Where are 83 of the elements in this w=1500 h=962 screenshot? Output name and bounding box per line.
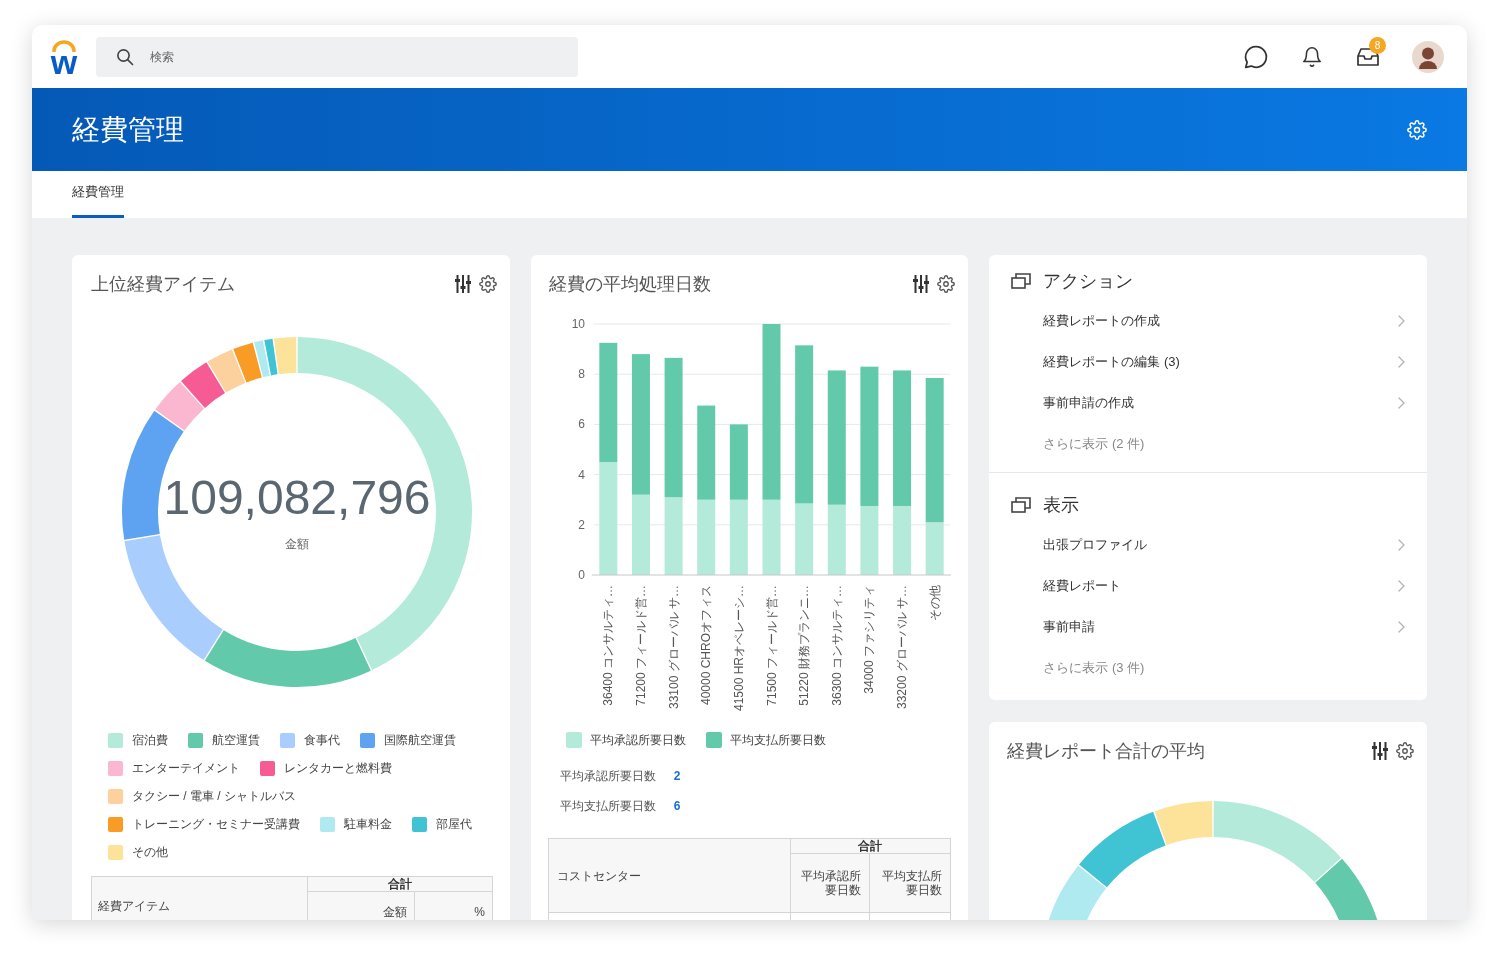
summary-label: 平均承認所要日数: [559, 768, 657, 784]
donut-slice: [207, 349, 246, 393]
category-label: 36300 コンサルティ…: [829, 585, 844, 706]
category-label: 33100 グローバル サ…: [666, 585, 681, 710]
chevron-right-icon: [1398, 314, 1405, 327]
legend-label: 駐車料金: [344, 816, 392, 832]
show-more-link[interactable]: さらに表示 (3 件): [1043, 659, 1145, 676]
legend-label: 食事代: [304, 732, 340, 748]
card-title: 上位経費アイテム: [91, 273, 235, 296]
legend-label: その他: [132, 844, 168, 860]
category-label: その他: [927, 585, 942, 621]
category-label: 36400 コンサルティ…: [601, 585, 615, 706]
card-title: 経費レポート合計の平均: [1007, 740, 1206, 763]
legend-label: トレーニング・セミナー受講費: [132, 816, 300, 832]
menu-item[interactable]: 事前申請: [1043, 615, 1405, 638]
column-header: 金額: [307, 891, 415, 920]
summary-value: 6: [673, 798, 681, 814]
settings-icon[interactable]: [1396, 742, 1414, 760]
axis-tick-label: 10: [571, 317, 585, 331]
summary-label: 平均支払所要日数: [559, 798, 657, 814]
column-header: コストセンター: [548, 838, 791, 913]
legend-label: レンタカーと燃料費: [284, 760, 392, 776]
menu-item[interactable]: 経費レポートの作成: [1043, 309, 1405, 332]
axis-tick-label: 2: [577, 517, 585, 532]
home-logo[interactable]: w: [50, 39, 78, 74]
chevron-right-icon: [1398, 538, 1405, 551]
legend-label: 宿泊費: [132, 732, 168, 748]
legend-label: 航空運賃: [212, 732, 260, 748]
search-field[interactable]: 検索: [96, 36, 578, 77]
column-group-header: 合計: [790, 838, 951, 854]
chat-icon[interactable]: [1243, 43, 1269, 70]
legend-label: 平均承認所要日数: [589, 732, 686, 748]
overlapping-squares-icon: [1011, 273, 1032, 289]
column-header: 平均支払所要日数: [869, 853, 951, 913]
total-label: 金額: [285, 537, 309, 551]
sliders-icon[interactable]: [913, 275, 930, 293]
search-icon: [116, 47, 134, 66]
bell-icon[interactable]: [1301, 44, 1323, 69]
legend-label: 平均支払所要日数: [729, 732, 826, 748]
tab[interactable]: 経費管理: [72, 171, 124, 218]
section-title: アクション: [1043, 270, 1134, 293]
user-avatar[interactable]: [1412, 40, 1444, 73]
axis-tick-label: 8: [577, 367, 585, 382]
axis-tick-label: 0: [577, 568, 585, 582]
overlapping-squares-icon: [1011, 497, 1032, 513]
sunrise-arc-icon: [52, 39, 76, 52]
menu-item[interactable]: 事前申請の作成: [1043, 391, 1405, 414]
summary-value: 2: [673, 768, 681, 784]
column-group-header: 合計: [307, 876, 493, 892]
total-amount: 109,082,796: [163, 473, 431, 523]
category-label: 71200 フィールド営…: [633, 585, 648, 706]
settings-icon[interactable]: [937, 275, 956, 293]
settings-icon[interactable]: [478, 275, 497, 293]
menu-item[interactable]: 経費レポートの編集 (3): [1043, 350, 1405, 373]
show-more-link[interactable]: さらに表示 (2 件): [1043, 435, 1145, 452]
sliders-icon[interactable]: [454, 275, 471, 293]
category-label: 51220 財務プランニ…: [796, 585, 811, 706]
section-title: 表示: [1043, 494, 1080, 517]
category-label: 41500 HRオペレーシ…: [731, 585, 746, 712]
legend-label: 部屋代: [436, 816, 472, 832]
sliders-icon[interactable]: [1372, 742, 1388, 760]
donut-slice: [181, 362, 225, 408]
notification-badge: 8: [1369, 36, 1386, 54]
page-title: 経費管理: [72, 112, 184, 147]
legend-label: タクシー / 電車 / シャトルバス: [132, 788, 296, 804]
category-label: 34000 ファシリティ: [862, 585, 877, 694]
legend-label: 国際航空運賃: [384, 732, 456, 748]
category-label: 40000 CHROオフィス: [698, 585, 713, 706]
chevron-right-icon: [1398, 620, 1405, 633]
column-header: 経費アイテム: [91, 876, 308, 920]
axis-tick-label: 4: [577, 467, 585, 482]
category-label: 33200 グローバル サ…: [894, 585, 909, 710]
column-header: %: [414, 891, 493, 920]
column-header: 平均承認所要日数: [790, 853, 870, 913]
menu-item[interactable]: 経費レポート: [1043, 574, 1405, 597]
axis-tick-label: 6: [577, 417, 585, 432]
menu-item[interactable]: 出張プロファイル: [1043, 533, 1405, 556]
chevron-right-icon: [1398, 355, 1405, 368]
chevron-right-icon: [1398, 579, 1405, 592]
chevron-right-icon: [1398, 396, 1405, 409]
category-label: 71500 フィールド営…: [764, 585, 779, 706]
legend-label: エンターテイメント: [132, 760, 240, 776]
card-title: 経費の平均処理日数: [548, 273, 711, 296]
